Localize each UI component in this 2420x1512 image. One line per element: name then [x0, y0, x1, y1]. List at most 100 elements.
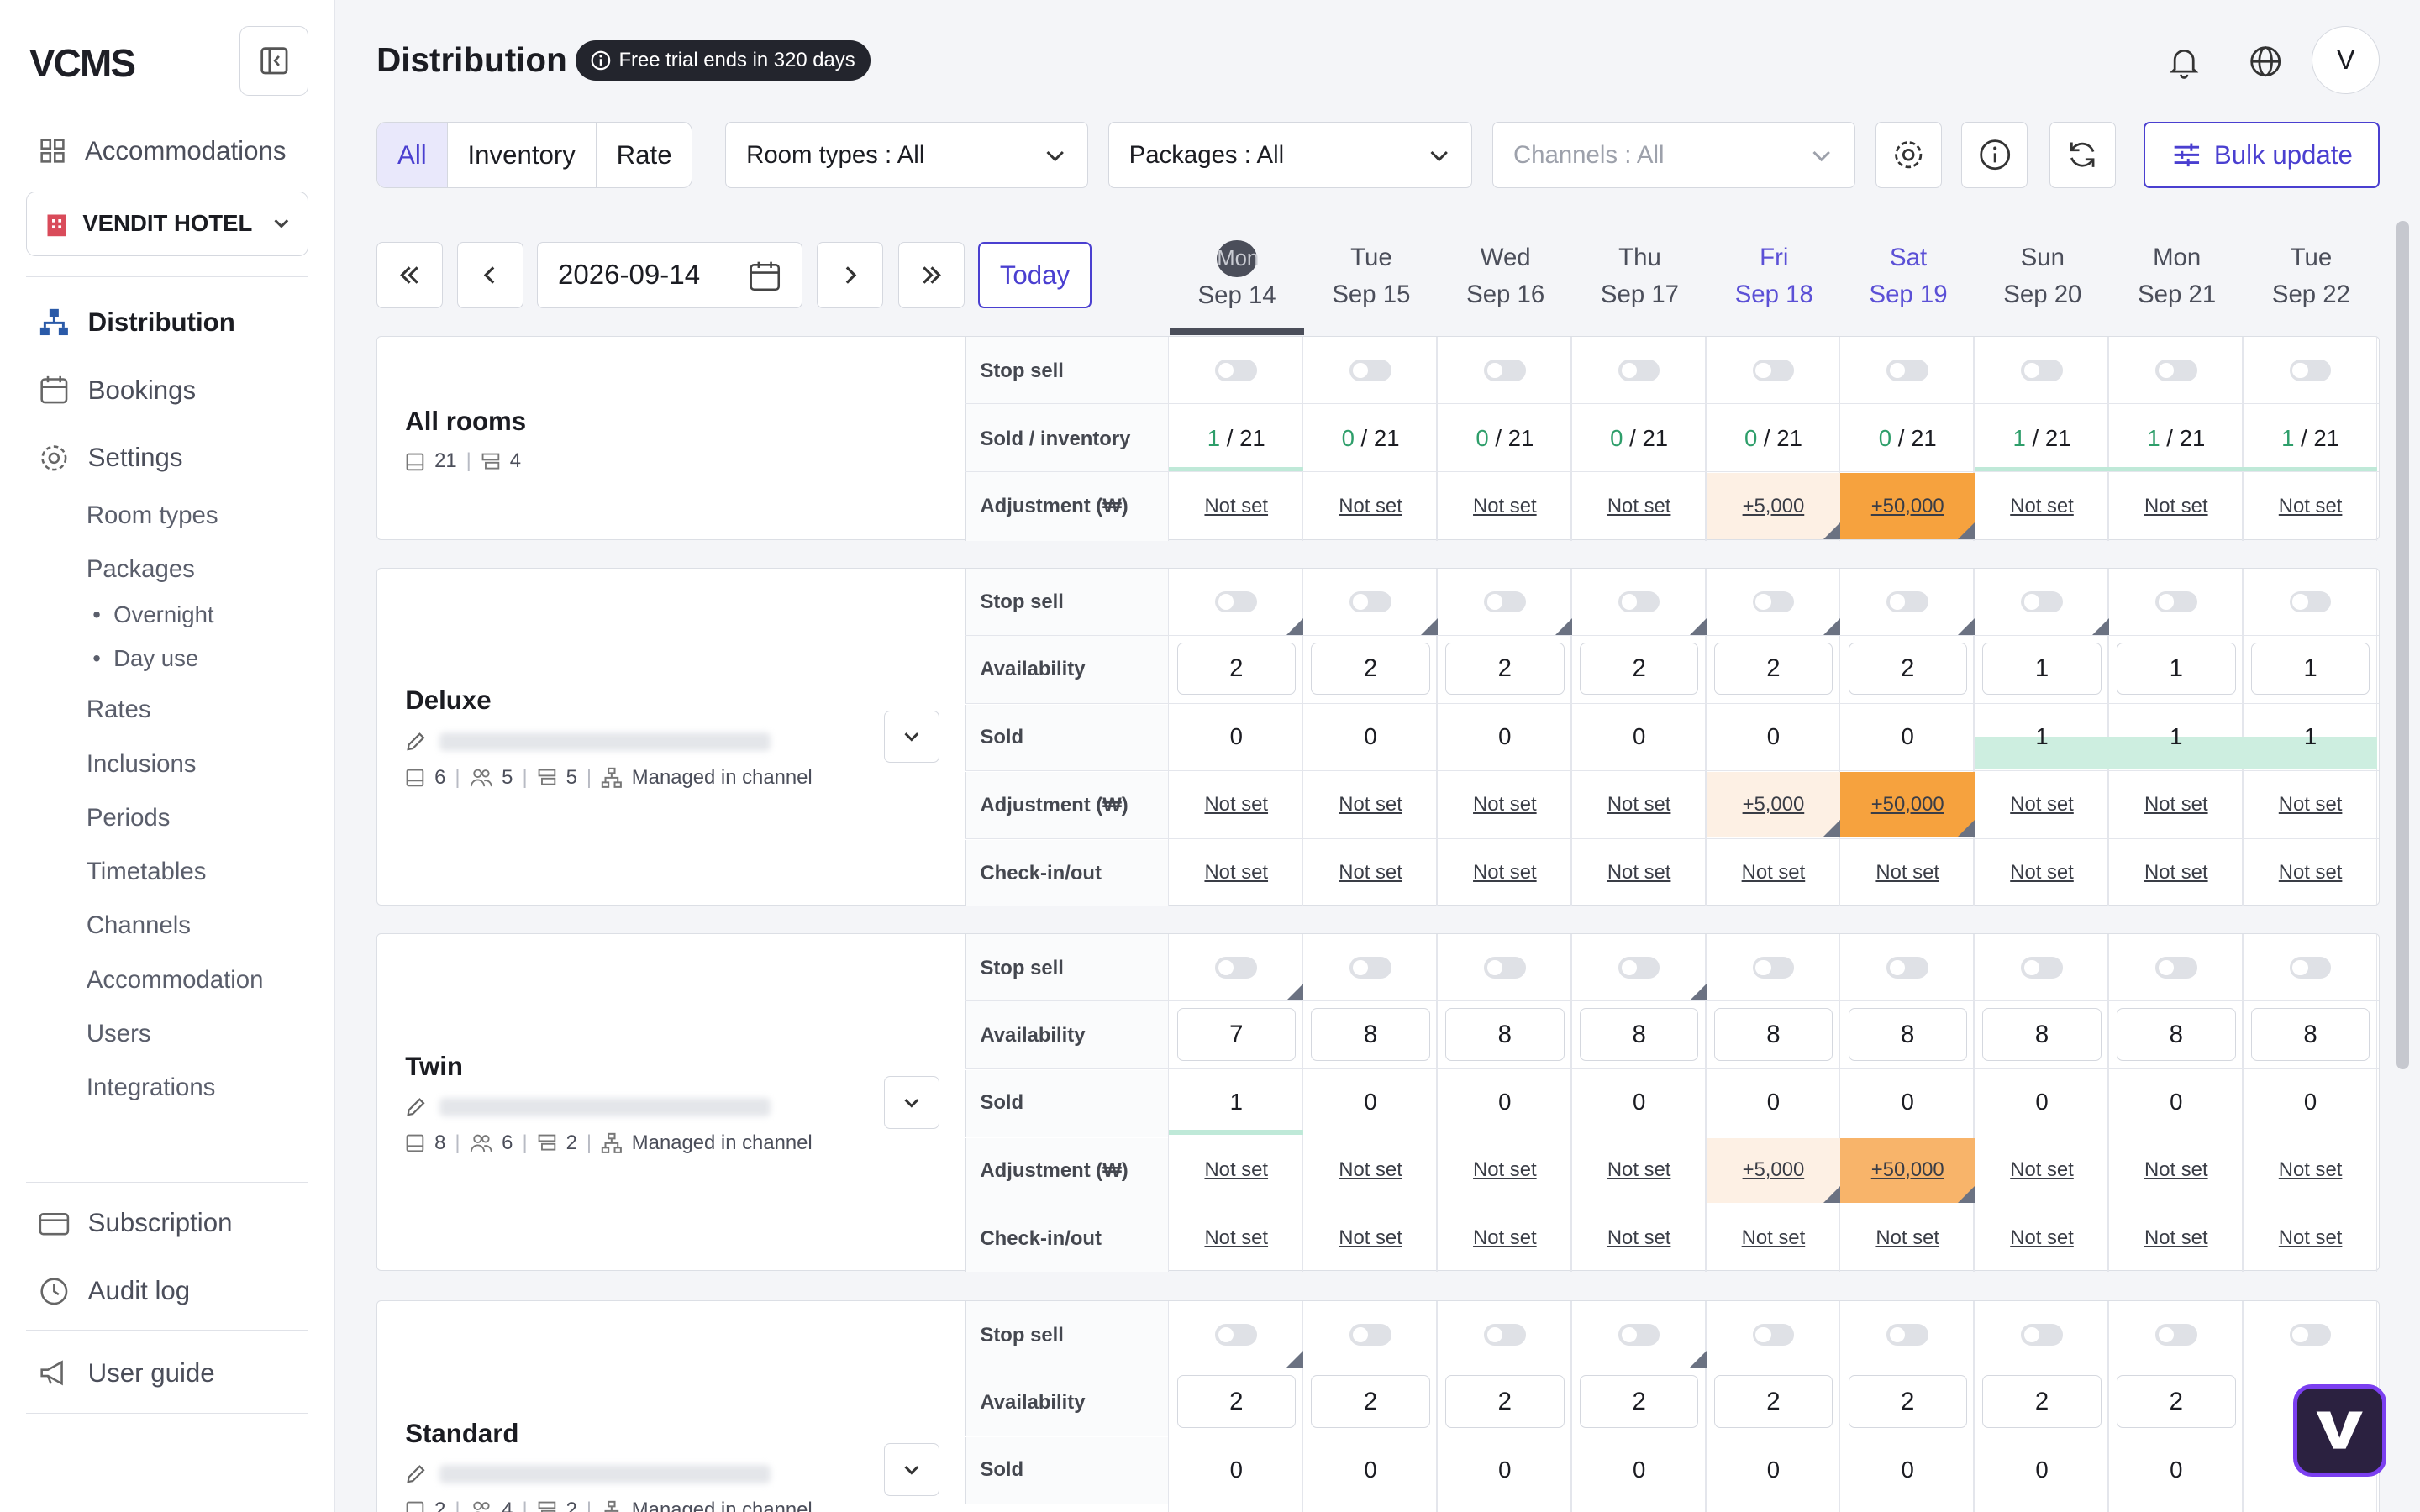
adjustment-value[interactable]: Not set [2010, 793, 2074, 816]
stop-sell-toggle[interactable] [1752, 1323, 1795, 1346]
tab-rate[interactable]: Rate [597, 123, 692, 187]
availability-input[interactable]: 8 [1311, 1008, 1430, 1061]
chat-launcher-button[interactable] [2293, 1383, 2386, 1477]
stop-sell-toggle[interactable] [2021, 591, 2063, 613]
stop-sell-toggle[interactable] [1215, 956, 1258, 979]
stop-sell-toggle[interactable] [2289, 591, 2332, 613]
bulk-update-button[interactable]: Bulk update [2144, 122, 2381, 189]
adjustment-cell[interactable]: Not set [1169, 772, 1303, 837]
nav-distribution[interactable]: Distribution [39, 307, 235, 339]
prev-week-button[interactable] [376, 242, 444, 309]
nav-timetables[interactable]: Timetables [87, 858, 207, 886]
adjustment-value[interactable]: Not set [2144, 495, 2208, 518]
adjustment-cell[interactable]: +50,000 [1840, 1137, 1975, 1203]
adjustment-value[interactable]: Not set [1204, 1158, 1268, 1182]
checkin-value[interactable]: Not set [1204, 861, 1268, 885]
availability-input[interactable]: 2 [1176, 643, 1296, 696]
checkin-value[interactable]: Not set [2144, 861, 2208, 885]
nav-users[interactable]: Users [87, 1020, 151, 1048]
adjustment-value[interactable]: Not set [1339, 1158, 1402, 1182]
adjustment-cell[interactable]: Not set [1572, 1138, 1707, 1203]
packages-select[interactable]: Packages : All [1107, 122, 1473, 189]
nav-user-guide[interactable]: User guide [39, 1357, 215, 1389]
adjustment-cell[interactable]: Not set [2244, 473, 2378, 539]
checkin-value[interactable]: Not set [1876, 861, 1939, 885]
adjustment-cell[interactable]: Not set [2109, 1138, 2244, 1203]
nav-day-use[interactable]: • Day use [92, 645, 198, 672]
nav-room-types[interactable]: Room types [87, 501, 218, 530]
stop-sell-toggle[interactable] [2021, 956, 2063, 979]
nav-accommodations[interactable]: Accommodations [39, 136, 286, 166]
adjustment-cell[interactable]: Not set [1438, 1138, 1572, 1203]
date-picker[interactable]: 2026-09-14 [537, 242, 803, 309]
adjustment-value[interactable]: Not set [1473, 1158, 1537, 1182]
availability-input[interactable]: 2 [1848, 643, 1967, 696]
nav-audit-log[interactable]: Audit log [39, 1276, 190, 1307]
availability-input[interactable]: 1 [2117, 643, 2236, 696]
availability-input[interactable]: 1 [1982, 643, 2102, 696]
adjustment-cell[interactable]: +5,000 [1706, 473, 1841, 539]
checkin-value[interactable]: Not set [1473, 861, 1537, 885]
adjustment-cell[interactable]: Not set [1169, 1138, 1303, 1203]
room-types-select[interactable]: Room types : All [725, 122, 1088, 189]
scrollbar[interactable] [2396, 220, 2410, 1069]
adjustment-value[interactable]: +5,000 [1743, 793, 1805, 816]
checkin-value[interactable]: Not set [2010, 861, 2074, 885]
nav-settings[interactable]: Settings [39, 443, 182, 474]
stop-sell-toggle[interactable] [2155, 360, 2197, 381]
checkin-value[interactable]: Not set [2010, 1226, 2074, 1250]
availability-input[interactable]: 8 [2250, 1008, 2370, 1061]
availability-input[interactable]: 8 [1579, 1008, 1699, 1061]
adjustment-cell[interactable]: Not set [1303, 473, 1438, 539]
availability-input[interactable]: 2 [1445, 1375, 1565, 1428]
availability-input[interactable]: 2 [1713, 643, 1833, 696]
checkin-value[interactable]: Not set [2279, 1226, 2343, 1250]
stop-sell-toggle[interactable] [1349, 1323, 1392, 1346]
checkin-value[interactable]: Not set [1607, 1226, 1671, 1250]
adjustment-cell[interactable]: Not set [1303, 772, 1438, 837]
adjustment-value[interactable]: Not set [1607, 1158, 1671, 1182]
expand-room-button[interactable] [883, 1076, 939, 1129]
notifications-button[interactable] [2153, 31, 2214, 92]
stop-sell-toggle[interactable] [2155, 956, 2197, 979]
avatar[interactable]: V [2312, 26, 2381, 95]
adjustment-value[interactable]: Not set [2279, 1158, 2343, 1182]
nav-packages[interactable]: Packages [87, 555, 195, 584]
stop-sell-toggle[interactable] [1484, 956, 1526, 979]
stop-sell-toggle[interactable] [1752, 360, 1795, 381]
nav-accommodation[interactable]: Accommodation [87, 966, 264, 995]
adjustment-value[interactable]: +50,000 [1871, 495, 1944, 518]
adjustment-cell[interactable]: Not set [1975, 473, 2109, 539]
stop-sell-toggle[interactable] [1484, 1323, 1526, 1346]
adjustment-value[interactable]: Not set [1339, 793, 1402, 816]
stop-sell-toggle[interactable] [1349, 360, 1392, 381]
nav-rates[interactable]: Rates [87, 696, 151, 724]
adjustment-value[interactable]: Not set [2279, 495, 2343, 518]
checkin-value[interactable]: Not set [2279, 861, 2343, 885]
stop-sell-toggle[interactable] [1215, 360, 1258, 381]
stop-sell-toggle[interactable] [1886, 956, 1928, 979]
stop-sell-toggle[interactable] [1215, 1323, 1258, 1346]
checkin-value[interactable]: Not set [2144, 1226, 2208, 1250]
adjustment-value[interactable]: +5,000 [1743, 1158, 1805, 1182]
adjustment-value[interactable]: Not set [1204, 495, 1268, 518]
stop-sell-toggle[interactable] [1349, 956, 1392, 979]
adjustment-value[interactable]: Not set [2144, 793, 2208, 816]
stop-sell-toggle[interactable] [1618, 591, 1660, 613]
adjustment-cell[interactable]: Not set [1572, 473, 1707, 539]
checkin-value[interactable]: Not set [1473, 1226, 1537, 1250]
availability-input[interactable]: 2 [1311, 643, 1430, 696]
adjustment-cell[interactable]: +5,000 [1706, 1137, 1841, 1203]
adjustment-value[interactable]: Not set [2010, 495, 2074, 518]
tab-inventory[interactable]: Inventory [448, 123, 597, 188]
checkin-value[interactable]: Not set [1339, 861, 1402, 885]
nav-bookings[interactable]: Bookings [39, 375, 196, 406]
checkin-value[interactable]: Not set [1742, 861, 1806, 885]
nav-subscription[interactable]: Subscription [39, 1208, 232, 1239]
stop-sell-toggle[interactable] [2155, 1323, 2197, 1346]
checkin-value[interactable]: Not set [1204, 1226, 1268, 1250]
adjustment-value[interactable]: Not set [1204, 793, 1268, 816]
adjustment-value[interactable]: Not set [1473, 793, 1537, 816]
availability-input[interactable]: 8 [1445, 1008, 1565, 1061]
adjustment-cell[interactable]: Not set [1975, 772, 2109, 837]
